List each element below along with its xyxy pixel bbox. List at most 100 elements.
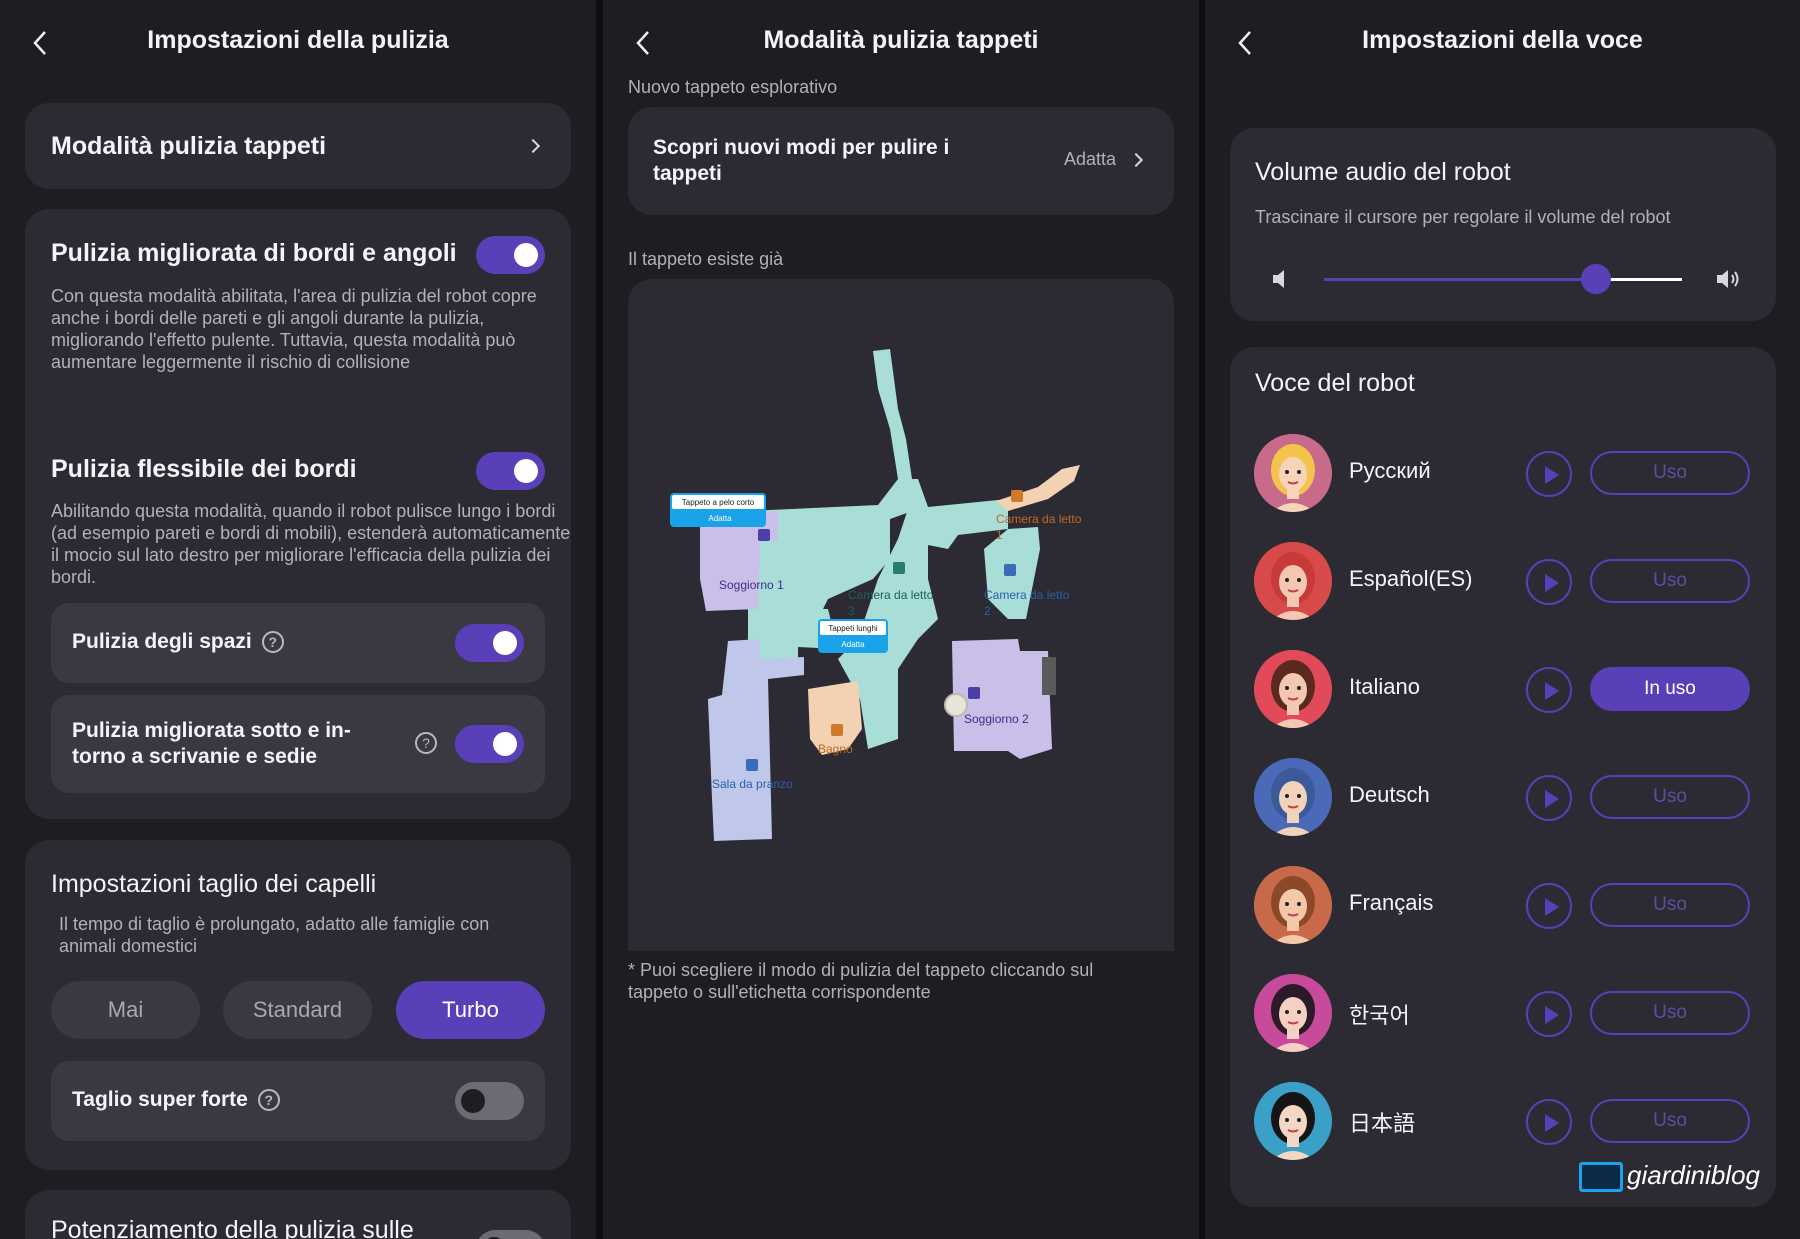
gaps-toggle[interactable] (455, 624, 524, 662)
page-title: Impostazioni della voce (1362, 26, 1643, 54)
gaps-label: Pulizia degli spazi? (72, 630, 284, 654)
use-button[interactable]: Uso (1590, 883, 1750, 927)
edge-settings-card: Pulizia migliorata di bordi e angoli Con… (25, 209, 571, 819)
super-cut-toggle[interactable] (455, 1082, 524, 1120)
play-sample-button[interactable] (1526, 451, 1572, 497)
room-pin-icon (1004, 564, 1016, 576)
avatar-face-icon (1254, 866, 1332, 944)
volume-description: Trascinare il cursore per regolare il vo… (1255, 207, 1671, 227)
hair-option-turbo[interactable]: Turbo (396, 981, 545, 1039)
volume-thumb[interactable] (1581, 264, 1612, 294)
volume-slider[interactable] (1324, 264, 1682, 294)
room-pin-icon (746, 759, 758, 771)
discover-value: Adatta (1063, 149, 1116, 169)
play-sample-button[interactable] (1526, 667, 1572, 713)
under-desk-row: Pulizia migliorata sotto e in-torno a sc… (51, 695, 545, 793)
avatar (1254, 866, 1332, 944)
watermark: giardiniblog (1575, 1156, 1795, 1196)
avatar-face-icon (1254, 542, 1332, 620)
play-sample-button[interactable] (1526, 559, 1572, 605)
avatar (1254, 974, 1332, 1052)
use-button[interactable]: Uso (1590, 1099, 1750, 1143)
play-sample-button[interactable] (1526, 775, 1572, 821)
map-room-sala-da-pranzo (708, 639, 804, 841)
map-card[interactable]: Tappeto a pelo corto Adatta Tappeti lung… (628, 279, 1174, 951)
use-button[interactable]: Uso (1590, 451, 1750, 495)
label-camera-1: Camera da letto (996, 512, 1082, 526)
super-cut-label: Taglio super forte? (72, 1088, 280, 1112)
under-desk-toggle[interactable] (455, 725, 524, 763)
discover-row[interactable]: Scopri nuovi modi per pulire i tappeti A… (628, 107, 1174, 215)
language-name: 한국어 (1349, 1003, 1410, 1028)
room-pin-icon (1011, 490, 1023, 502)
play-sample-button[interactable] (1526, 1099, 1572, 1145)
edge-description: Con questa modalità abilitata, l'area di… (51, 286, 537, 372)
language-name: 日本語 (1349, 1111, 1416, 1136)
avatar (1254, 758, 1332, 836)
label-bagno: Bagno (818, 742, 853, 756)
page-title: Impostazioni della pulizia (147, 26, 449, 54)
hair-option-mai[interactable]: Mai (51, 981, 200, 1039)
use-button[interactable]: Uso (1590, 991, 1750, 1035)
avatar-face-icon (1254, 758, 1332, 836)
volume-title: Volume audio del robot (1255, 158, 1511, 186)
footnote: * Puoi scegliere il modo di pulizia del … (628, 960, 1094, 1002)
language-name: Deutsch (1349, 782, 1430, 807)
play-sample-button[interactable] (1526, 991, 1572, 1037)
watermark-text: giardiniblog (1627, 1160, 1760, 1190)
edge-toggle[interactable] (476, 236, 545, 274)
hair-title: Impostazioni taglio dei capelli (51, 870, 377, 898)
help-icon[interactable]: ? (257, 1089, 280, 1112)
volume-card: Volume audio del robot Trascinare il cur… (1230, 128, 1776, 321)
language-name: Español(ES) (1349, 566, 1473, 591)
avatar (1254, 434, 1332, 512)
language-row: Deutsch Uso (1254, 758, 1776, 838)
top-bar: Impostazioni della voce (1205, 0, 1800, 84)
edge-title: Pulizia migliorata di bordi e angoli (51, 239, 457, 267)
flex-description: Abilitando questa modalità, quando il ro… (51, 501, 571, 587)
map-dark-block (1042, 657, 1056, 695)
monitor-logo-icon (1579, 1162, 1623, 1192)
language-name: Русский (1349, 458, 1431, 483)
play-sample-button[interactable] (1526, 883, 1572, 929)
carpet-short-label[interactable]: Tappeto a pelo corto (682, 498, 755, 507)
avatar-face-icon (1254, 1082, 1332, 1160)
carpet-mode-row[interactable]: Modalità pulizia tappeti (25, 103, 571, 189)
room-pin-icon (758, 529, 770, 541)
hair-option-standard[interactable]: Standard (223, 981, 372, 1039)
voice-title: Voce del robot (1255, 369, 1415, 397)
super-cut-row: Taglio super forte? (51, 1061, 545, 1141)
avatar-face-icon (1254, 434, 1332, 512)
toggle-knob (493, 732, 517, 756)
map-room-soggiorno-2 (952, 639, 1052, 759)
carpet-long-label[interactable]: Tappeti lunghi (828, 624, 878, 633)
room-pin-icon (831, 724, 843, 736)
language-row: Русский Uso (1254, 434, 1776, 514)
use-button[interactable]: Uso (1590, 775, 1750, 819)
language-name: Français (1349, 890, 1434, 915)
carpet-mode-label: Modalità pulizia tappeti (51, 132, 327, 160)
help-icon[interactable]: ? (415, 732, 437, 754)
avatar (1254, 650, 1332, 728)
in-use-button[interactable]: In uso (1590, 667, 1750, 711)
under-desk-label: Pulizia migliorata sotto e in-torno a sc… (72, 719, 351, 768)
avatar (1254, 542, 1332, 620)
flex-toggle[interactable] (476, 452, 545, 490)
avatar-face-icon (1254, 650, 1332, 728)
page-title: Modalità pulizia tappeti (763, 26, 1039, 54)
carpet-long-mode[interactable]: Adatta (841, 640, 865, 649)
floor-map[interactable]: Tappeto a pelo corto Adatta Tappeti lung… (628, 279, 1174, 951)
help-icon[interactable]: ? (261, 631, 284, 654)
chevron-right-icon (525, 138, 541, 154)
speaker-low-icon (1273, 270, 1284, 288)
carpet-short-mode[interactable]: Adatta (708, 514, 732, 523)
room-pin-icon (968, 687, 980, 699)
language-row: 日本語 Uso (1254, 1082, 1776, 1162)
avatar-face-icon (1254, 974, 1332, 1052)
flex-title: Pulizia flessibile dei bordi (51, 455, 357, 483)
volume-track-filled (1324, 278, 1597, 281)
use-button[interactable]: Uso (1590, 559, 1750, 603)
label-camera-1-num: 1 (996, 528, 1003, 542)
map-room-bedroom-1 (996, 465, 1080, 511)
boost-toggle[interactable] (476, 1230, 545, 1239)
